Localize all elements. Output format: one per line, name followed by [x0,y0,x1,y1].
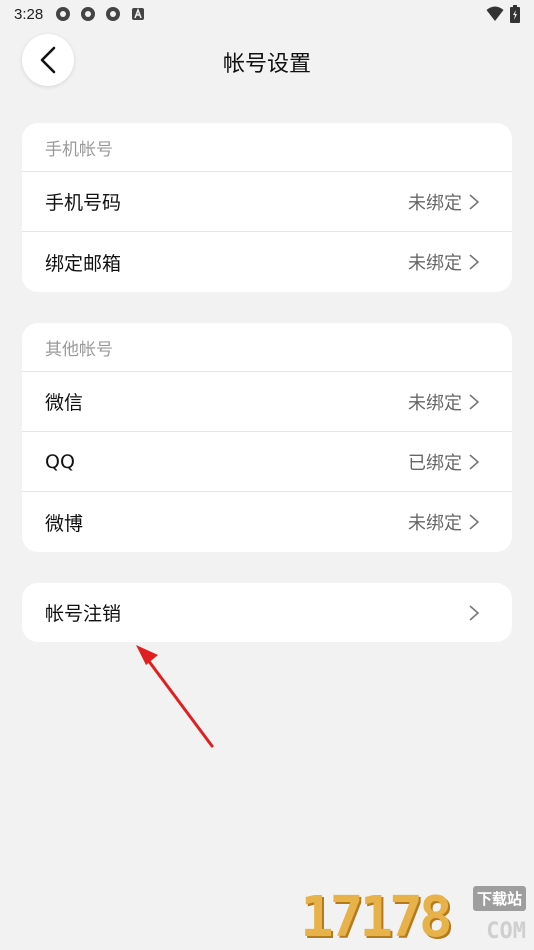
phone-number-row[interactable]: 手机号码 未绑定 [22,172,512,232]
watermark-logo: 17178 下载站 COM [300,884,530,948]
notification-icon [81,7,96,21]
wechat-row[interactable]: 微信 未绑定 [22,372,512,432]
row-label: 帐号注销 [45,603,122,625]
row-label: 微博 [45,512,84,535]
row-label: 微信 [45,392,84,414]
row-value: 已绑定 [408,452,462,474]
other-account-card: 其他帐号 微信 未绑定 QQ 已绑定 微博 未绑定 [22,323,512,552]
chevron-right-icon [469,193,480,210]
phone-account-card: 手机帐号 手机号码 未绑定 绑定邮箱 未绑定 [22,123,512,292]
notification-icon [56,7,71,21]
chevron-right-icon [469,453,480,470]
row-label: 手机号码 [45,192,122,214]
row-value: 未绑定 [408,392,462,414]
weibo-row[interactable]: 微博 未绑定 [22,492,512,552]
header: 帐号设置 [0,30,534,92]
chevron-right-icon [469,254,480,270]
app-a-icon [132,7,145,20]
status-time: 3:28 [14,5,44,23]
chevron-right-icon [469,604,480,621]
status-bar: 3:28 [0,0,534,28]
row-label: QQ [45,450,75,473]
watermark-digits: 17178 [300,885,453,950]
battery-icon [510,5,520,23]
notification-icon [106,7,121,21]
chevron-right-icon [469,514,480,530]
row-value: 未绑定 [408,253,462,274]
page-title: 帐号设置 [222,52,311,77]
qq-row[interactable]: QQ 已绑定 [22,432,512,492]
watermark-tag: 下载站 [472,886,526,911]
row-value: 未绑定 [408,513,462,534]
chevron-right-icon [469,393,480,410]
cancel-account-row[interactable]: 帐号注销 [22,583,512,642]
bind-email-row[interactable]: 绑定邮箱 未绑定 [22,232,512,292]
section-title-other: 其他帐号 [22,323,512,372]
cancel-account-card: 帐号注销 [22,583,512,642]
section-title-phone: 手机帐号 [22,123,512,172]
wifi-icon [486,6,504,21]
row-value: 未绑定 [408,192,462,214]
row-label: 绑定邮箱 [45,252,122,275]
watermark-suffix: COM [486,919,526,944]
